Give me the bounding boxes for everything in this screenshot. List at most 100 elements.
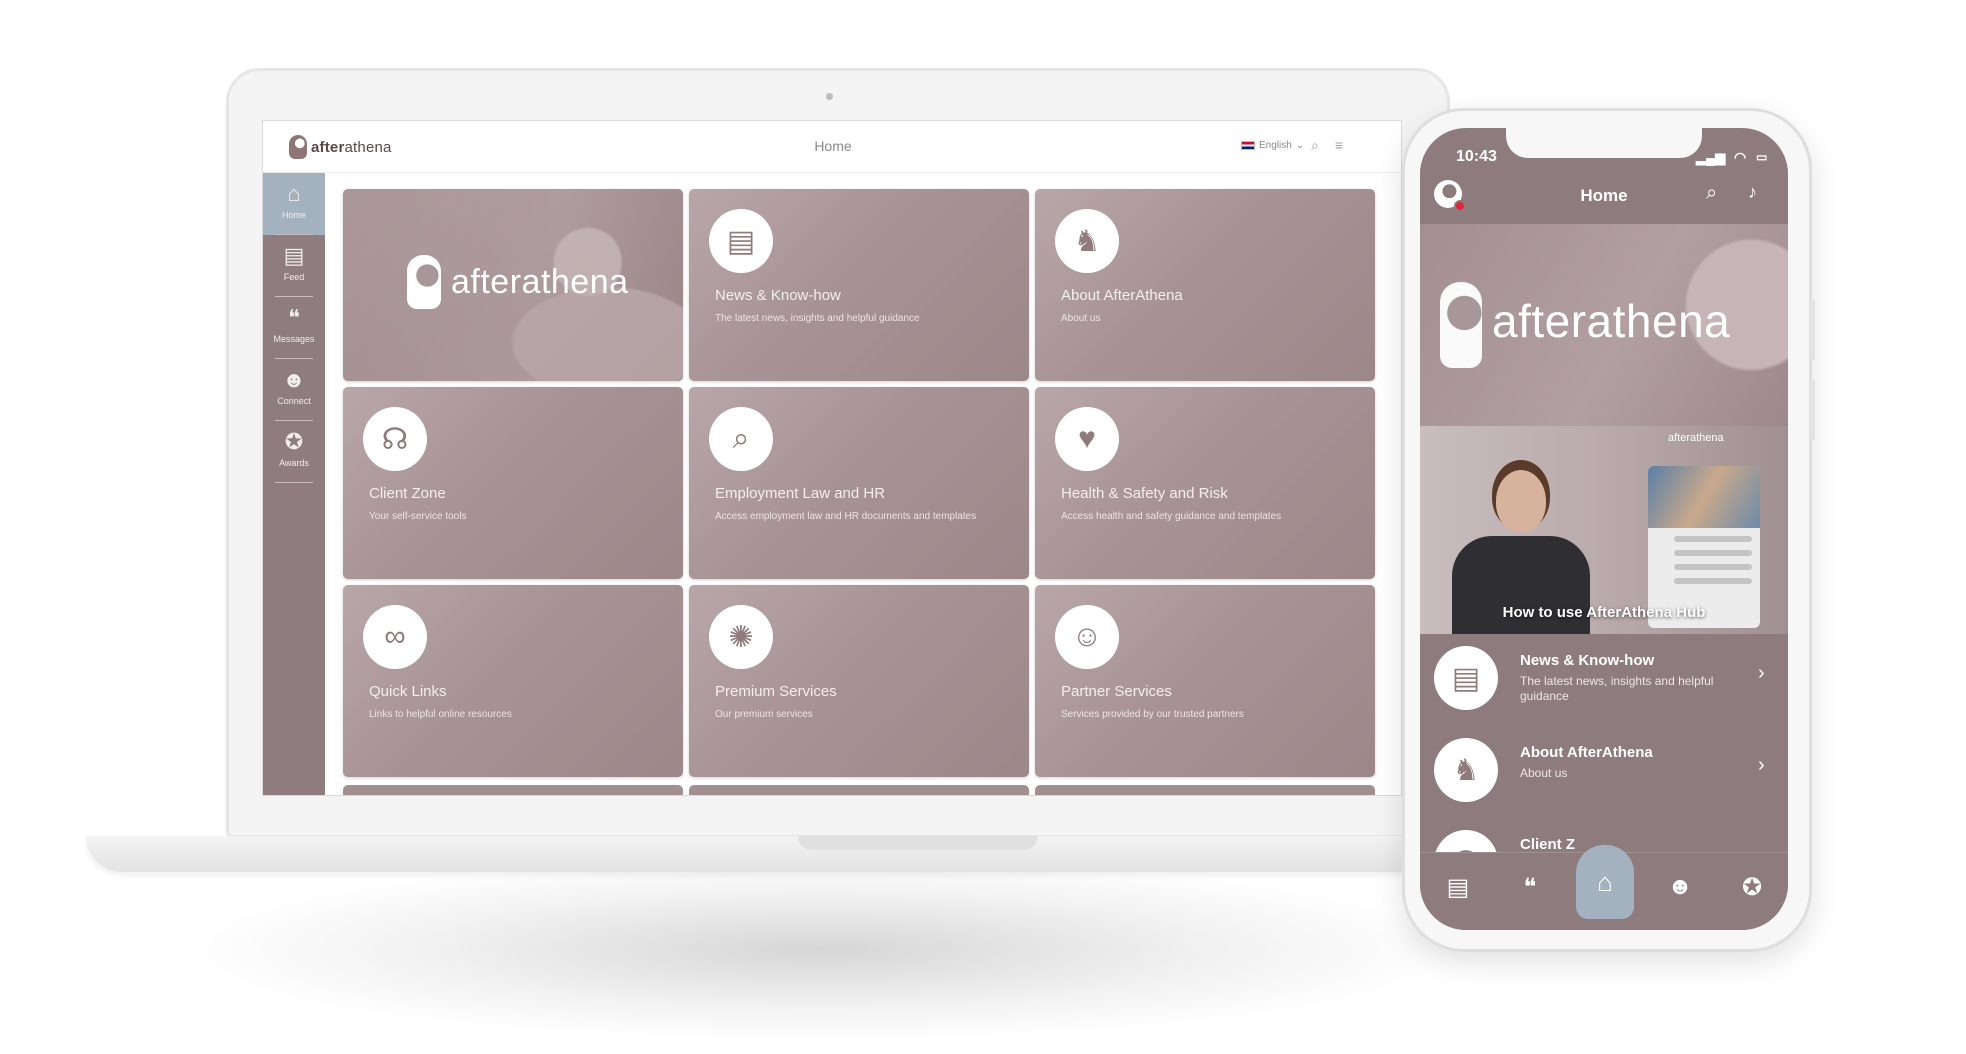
video-thumbnail[interactable]: afterathena How to use AfterAthena Hub [1420,426,1788,634]
video-logo: afterathena [1668,432,1724,444]
laptop-camera [826,93,833,100]
hero-logo: afterathena [407,255,629,309]
laptop-screen: afterathena Home English ⌄ ⌕ ≡ ⌂ Home ▤ … [262,120,1402,796]
tile-title: Health & Safety and Risk [1061,485,1228,502]
sidebar-item-connect[interactable]: ☻ Connect [263,359,325,421]
athena-logo-icon: ♞ [1434,738,1498,802]
briefcase-search-icon: ⌕ [709,407,773,471]
uk-flag-icon [1241,141,1255,150]
tile-employment-law-hr[interactable]: ⌕ Employment Law and HR Access employmen… [689,387,1029,579]
tile-title: Premium Services [715,683,837,700]
chevron-right-icon: › [1758,662,1765,684]
tile-premium-services[interactable]: ✺ Premium Services Our premium services [689,585,1029,777]
sidebar-item-home[interactable]: ⌂ Home [263,173,325,235]
phone-side-button [1810,300,1815,360]
list-item-title: About AfterAthena [1520,744,1653,761]
hero-logo-text: afterathena [451,262,629,301]
wifi-icon: ◠ [1734,149,1747,165]
tile-title: Partner Services [1061,683,1172,700]
link-icon: ∞ [363,605,427,669]
language-selector[interactable]: English ⌄ [1241,140,1304,151]
sidebar-item-label: Awards [279,458,309,468]
tile-client-zone[interactable]: ☊ Client Zone Your self-service tools [343,387,683,579]
list-item-about-afterathena[interactable]: ♞ About AfterAthena About us › [1420,726,1788,814]
tile-subtitle: The latest news, insights and helpful gu… [715,313,920,324]
tile-row-peek [1035,785,1375,795]
newspaper-icon: ▤ [709,209,773,273]
chevron-down-icon: ⌄ [1295,140,1305,151]
chevron-right-icon: › [1758,754,1765,776]
search-icon[interactable]: ⌕ [1311,137,1319,154]
page-title: Home [814,138,852,154]
health-hand-icon: ♥ [1055,407,1119,471]
phone-screen: 10:43 ▂▄▆ ◠ ▭ Home ⌕ ♪ afterathena after… [1420,128,1788,930]
video-caption: How to use AfterAthena Hub [1502,604,1706,621]
phone-side-button [1810,380,1815,440]
tile-row-peek [689,785,1029,795]
device-mockup-stage: afterathena Home English ⌄ ⌕ ≡ ⌂ Home ▤ … [0,0,1966,1054]
search-icon[interactable]: ⌕ [1706,182,1717,205]
tile-health-safety-risk[interactable]: ♥ Health & Safety and Risk Access health… [1035,387,1375,579]
tile-title: About AfterAthena [1061,287,1183,304]
signal-icon: ▂▄▆ [1696,150,1726,165]
tile-title: Employment Law and HR [715,485,886,502]
tile-subtitle: Your self-service tools [369,511,467,522]
laptop-shadow [190,860,1450,1040]
sidebar: ⌂ Home ▤ Feed ❝ Messages ☻ Connect ✪ Awa… [263,173,325,795]
nav-messages-icon[interactable]: ❝ [1510,873,1550,902]
messages-icon: ❝ [288,305,300,330]
list-item-subtitle: The latest news, insights and helpful gu… [1520,674,1714,703]
sidebar-item-label: Messages [273,334,315,344]
feed-icon: ▤ [283,243,305,268]
phone-hero-logo-text: afterathena [1492,295,1731,347]
laptop-base [86,836,1526,872]
status-time: 10:43 [1456,148,1497,165]
nav-connect-icon[interactable]: ☻ [1660,873,1700,901]
network-icon: ✺ [709,605,773,669]
phone-notch [1506,128,1702,158]
tile-about-afterathena[interactable]: ♞ About AfterAthena About us [1035,189,1375,381]
presenter-head [1496,470,1546,532]
sidebar-item-messages[interactable]: ❝ Messages [263,297,325,359]
partner-icon: ☺ [1055,605,1119,669]
tile-subtitle: About us [1061,313,1101,324]
tile-subtitle: Services provided by our trusted partner… [1061,709,1244,720]
connect-icon: ☻ [282,367,306,392]
language-label: English [1259,140,1292,151]
laptop-notch [798,836,1038,850]
phone-hero-banner: afterathena [1420,224,1788,426]
list-item-news-know-how[interactable]: ▤ News & Know-how The latest news, insig… [1420,634,1788,722]
nav-awards-icon[interactable]: ✪ [1732,873,1772,902]
tile-news-know-how[interactable]: ▤ News & Know-how The latest news, insig… [689,189,1029,381]
tile-title: Quick Links [369,683,447,700]
athena-logo-icon [407,255,441,309]
sidebar-item-awards[interactable]: ✪ Awards [263,421,325,483]
athena-logo-icon [1440,282,1482,368]
phone-page-title: Home [1580,186,1628,205]
top-bar: afterathena Home English ⌄ ⌕ ≡ [263,121,1401,173]
list-item-title: News & Know-how [1520,652,1655,669]
sidebar-item-label: Home [281,210,306,220]
battery-icon: ▭ [1756,150,1768,164]
list-item-subtitle: About us [1520,766,1568,780]
bottom-nav: ▤ ❝ ⌂ ☻ ✪ [1420,845,1788,930]
sidebar-item-label: Connect [277,396,311,406]
mini-phone-line [1674,564,1752,570]
mini-phone-line [1674,550,1752,556]
mini-phone-line [1674,536,1752,542]
home-icon: ⌂ [287,181,301,206]
nav-feed-icon[interactable]: ▤ [1438,873,1478,902]
tile-quick-links[interactable]: ∞ Quick Links Links to helpful online re… [343,585,683,777]
tile-row-peek [343,785,683,795]
client-zone-icon: ☊ [363,407,427,471]
tile-subtitle: Our premium services [715,709,813,720]
tile-partner-services[interactable]: ☺ Partner Services Services provided by … [1035,585,1375,777]
awards-icon: ✪ [284,429,304,454]
mini-phone-image [1648,466,1760,528]
nav-home-button[interactable]: ⌂ [1576,845,1634,919]
tile-title: News & Know-how [715,287,841,304]
sidebar-item-feed[interactable]: ▤ Feed [263,235,325,297]
bell-icon[interactable]: ♪ [1748,182,1757,203]
athena-logo-icon: ♞ [1055,209,1119,273]
menu-icon[interactable]: ≡ [1335,137,1343,153]
